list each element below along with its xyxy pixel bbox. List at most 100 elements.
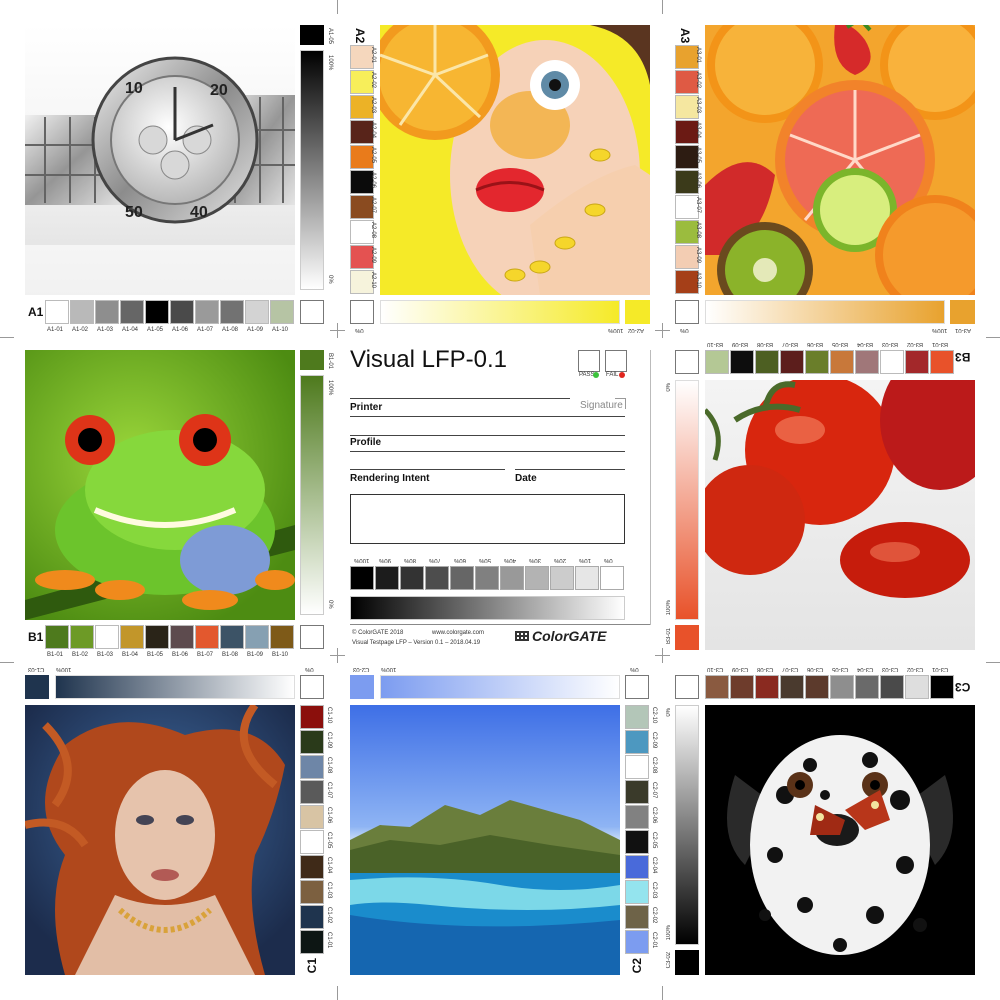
swatch-label: C3-06	[807, 666, 824, 672]
check-box	[300, 675, 324, 699]
check-box	[625, 675, 649, 699]
color-swatch	[780, 675, 804, 699]
swatch-label: C3-10	[707, 666, 724, 672]
gray-step-swatch	[550, 566, 574, 590]
swatch-label: B3-08	[757, 341, 774, 347]
c1-top-solid	[25, 675, 49, 699]
c1-top-gradient	[55, 675, 295, 699]
swatch-label: B1-09	[247, 652, 264, 658]
swatch-label: C3-02	[907, 666, 924, 672]
gray-step-swatch	[450, 566, 474, 590]
check-box	[300, 625, 324, 649]
svg-text:20: 20	[210, 82, 228, 99]
swatch-label: C3-08	[757, 666, 774, 672]
swatch-label: C2-02	[651, 907, 657, 924]
a2-bottom-gradient	[380, 300, 620, 324]
color-swatch	[730, 350, 754, 374]
a2-grad-end-label: 100%	[608, 327, 624, 333]
svg-text:50: 50	[125, 204, 143, 221]
swatch-label: B1-04	[122, 652, 139, 658]
date-line[interactable]	[515, 469, 625, 470]
color-swatch	[70, 300, 94, 324]
gray-gradient-bar	[350, 596, 625, 620]
swatch-label: C3-03	[882, 666, 899, 672]
b3-left-gradient	[675, 380, 699, 620]
swatch-label: C1-05	[326, 832, 332, 849]
logo-grid-icon	[515, 631, 529, 641]
swatch-label: B3-07	[782, 341, 799, 347]
swatch-label: C1-02	[326, 907, 332, 924]
tomato-photo	[705, 380, 975, 650]
color-swatch	[300, 780, 324, 804]
c3-left-gradient	[675, 705, 699, 945]
color-swatch	[805, 350, 829, 374]
swatch-label: A3-09	[695, 247, 701, 264]
swatch-label: A2-02	[370, 72, 376, 89]
color-swatch	[625, 755, 649, 779]
color-swatch	[730, 675, 754, 699]
swatch-label: A2-10	[370, 272, 376, 289]
color-swatch	[300, 830, 324, 854]
swatch-label: C2-10	[651, 707, 657, 724]
color-swatch	[905, 675, 929, 699]
b3-left-bottom-label: B3-01	[666, 628, 672, 645]
color-swatch	[905, 350, 929, 374]
b3-left-solid	[675, 625, 699, 650]
color-swatch	[755, 675, 779, 699]
swatch-label: C1-08	[326, 757, 332, 774]
pass-checkbox[interactable]	[578, 350, 600, 372]
swatch-label: A2-04	[370, 122, 376, 139]
color-swatch	[120, 625, 144, 649]
a1-right-top-label: A1-05	[327, 28, 333, 45]
watch-photo: 20 10 40 50	[25, 25, 295, 295]
block-tag: C1	[305, 958, 319, 974]
color-swatch	[45, 625, 69, 649]
notes-box[interactable]	[350, 494, 625, 544]
page-title: Visual LFP-0.1	[350, 346, 507, 373]
color-swatch	[95, 625, 119, 649]
color-swatch	[300, 755, 324, 779]
color-swatch	[300, 905, 324, 929]
swatch-label: C3-09	[732, 666, 749, 672]
swatch-label: A3-05	[695, 147, 701, 164]
swatch-label: B1-08	[222, 652, 239, 658]
fail-checkbox[interactable]	[605, 350, 627, 372]
gray-step-swatch	[475, 566, 499, 590]
website-text: www.colorgate.com	[432, 630, 485, 636]
swatch-label: C3-04	[857, 666, 874, 672]
a3-grad-end-label: 100%	[932, 327, 948, 333]
gray-step-label: 100%	[354, 557, 370, 563]
svg-text:40: 40	[190, 204, 208, 221]
b3-grad-bottom-label: 100%	[666, 600, 672, 616]
rendering-intent-label: Rendering Intent	[350, 473, 430, 484]
swatch-label: C3-05	[832, 666, 849, 672]
printer-field-line[interactable]	[350, 416, 625, 417]
color-swatch	[145, 625, 169, 649]
rendering-intent-line[interactable]	[350, 469, 505, 470]
color-swatch	[625, 705, 649, 729]
gray-step-label: 0%	[604, 557, 613, 563]
color-swatch	[880, 675, 904, 699]
swatch-label: B3-09	[732, 341, 749, 347]
a2-bottom-solid	[625, 300, 650, 324]
swatch-label: C3-01	[932, 666, 949, 672]
swatch-label: C2-09	[651, 732, 657, 749]
color-swatch	[300, 930, 324, 954]
check-box	[675, 350, 699, 374]
swatch-label: B1-01	[47, 652, 64, 658]
swatch-label: A2-09	[370, 247, 376, 264]
swatch-label: C2-07	[651, 782, 657, 799]
frog-photo	[25, 350, 295, 620]
color-swatch	[70, 625, 94, 649]
swatch-label: C2-05	[651, 832, 657, 849]
swatch-label: A2-05	[370, 147, 376, 164]
swatch-label: A2-01	[370, 47, 376, 64]
color-swatch	[930, 675, 954, 699]
color-swatch	[705, 675, 729, 699]
profile-field-line[interactable]	[350, 435, 625, 436]
color-swatch	[805, 675, 829, 699]
color-swatch	[145, 300, 169, 324]
logo-text: ColorGATE	[532, 628, 607, 644]
color-swatch	[170, 625, 194, 649]
gray-step-swatch	[500, 566, 524, 590]
